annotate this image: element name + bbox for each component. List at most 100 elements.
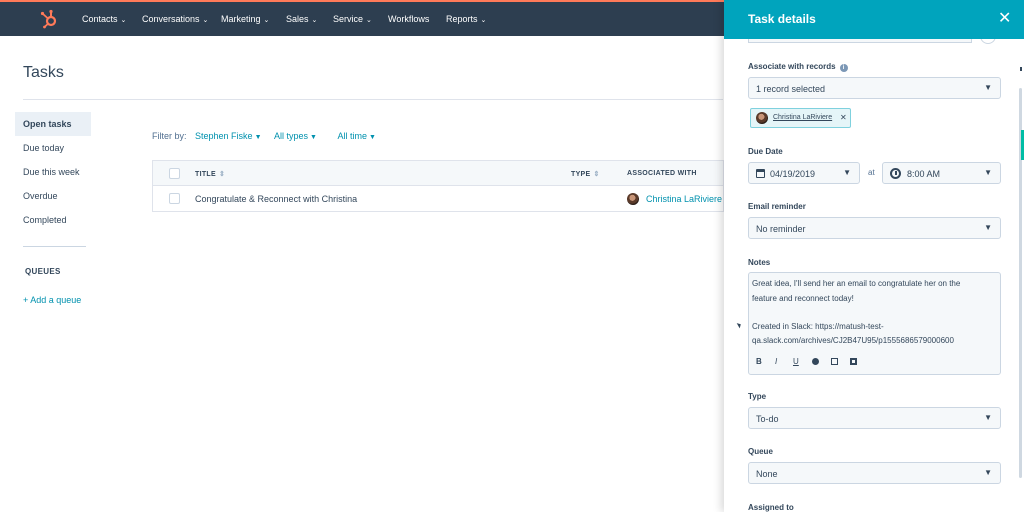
notes-line: Created in Slack: https://matush-test- bbox=[752, 322, 884, 331]
caret-down-icon: ▼ bbox=[984, 468, 992, 477]
nav-service[interactable]: Service ⌄ bbox=[333, 14, 372, 24]
page-title: Tasks bbox=[23, 64, 64, 81]
task-title-cell[interactable]: Congratulate & Reconnect with Christina bbox=[195, 194, 357, 204]
contact-avatar bbox=[756, 112, 768, 124]
tasks-table: TITLE ⇕ TYPE ⇕ ASSOCIATED WITH Congratulat… bbox=[152, 160, 724, 212]
caret-down-icon: ▼ bbox=[984, 223, 992, 232]
caret-down-icon: ▼ bbox=[369, 134, 376, 141]
info-icon[interactable]: i bbox=[839, 64, 848, 72]
clock-icon bbox=[890, 168, 901, 179]
caret-down-icon: ▼ bbox=[254, 134, 262, 141]
nav-contacts-label: Contacts bbox=[82, 14, 118, 24]
underline-button[interactable]: U bbox=[793, 357, 799, 366]
nav-reports[interactable]: Reports ⌄ bbox=[446, 14, 486, 24]
table-header: TITLE ⇕ TYPE ⇕ ASSOCIATED WITH bbox=[152, 160, 724, 186]
sidebar-item-completed[interactable]: Completed bbox=[15, 208, 91, 232]
table-row[interactable]: Congratulate & Reconnect with Christina … bbox=[152, 186, 724, 212]
bold-button[interactable]: B bbox=[756, 357, 762, 366]
time-filter-value: All time bbox=[337, 131, 368, 141]
task-views-sidebar: Open tasks Due today Due this week Overd… bbox=[15, 112, 91, 232]
sidebar-divider bbox=[23, 246, 86, 247]
sidebar-item-due-this-week[interactable]: Due this week bbox=[15, 160, 91, 184]
email-reminder-label: Email reminder bbox=[748, 202, 806, 211]
email-reminder-value: No reminder bbox=[756, 224, 806, 234]
caret-down-icon: ▼ bbox=[843, 168, 851, 177]
due-date-picker[interactable]: 04/19/2019 ▼ bbox=[748, 162, 860, 184]
close-icon[interactable]: ✕ bbox=[998, 8, 1011, 28]
chevron-down-icon: ⌄ bbox=[263, 17, 270, 24]
nav-marketing[interactable]: Marketing ⌄ bbox=[221, 14, 269, 24]
nav-conversations[interactable]: Conversations ⌄ bbox=[142, 14, 208, 24]
filter-bar: Filter by: Stephen Fiske ▼ All types ▼ All… bbox=[152, 131, 376, 141]
nav-contacts[interactable]: Contacts ⌄ bbox=[82, 14, 126, 24]
notes-line: feature and reconnect today! bbox=[752, 294, 854, 303]
type-filter-dropdown[interactable]: All types ▼ bbox=[274, 131, 317, 141]
type-select[interactable]: To-do ▼ bbox=[748, 407, 1001, 429]
insert-image-icon[interactable] bbox=[850, 358, 857, 365]
nav-conversations-label: Conversations bbox=[142, 14, 200, 24]
notes-editor[interactable]: Great idea, I'll send her an email to co… bbox=[748, 272, 1001, 375]
associate-records-select[interactable]: 1 record selected ▼ bbox=[748, 77, 1001, 99]
select-all-checkbox[interactable] bbox=[169, 168, 180, 179]
queue-value: None bbox=[756, 469, 778, 479]
sidebar-item-open-tasks[interactable]: Open tasks bbox=[15, 112, 91, 136]
chevron-down-icon: ⌄ bbox=[480, 17, 487, 24]
associate-label: Associate with records i bbox=[748, 62, 848, 72]
row-checkbox[interactable] bbox=[169, 193, 180, 204]
sort-icon: ⇕ bbox=[593, 171, 600, 178]
assigned-to-label: Assigned to bbox=[748, 503, 794, 512]
owner-filter-dropdown[interactable]: Stephen Fiske ▼ bbox=[195, 131, 261, 141]
associate-label-text: Associate with records bbox=[748, 62, 836, 71]
add-queue-link[interactable]: + Add a queue bbox=[23, 295, 81, 305]
title-divider bbox=[23, 99, 723, 100]
hubspot-logo-icon[interactable] bbox=[40, 9, 58, 29]
time-filter-dropdown[interactable]: All time ▼ bbox=[338, 131, 376, 141]
calendar-icon bbox=[756, 169, 765, 178]
sidebar-item-overdue[interactable]: Overdue bbox=[15, 184, 91, 208]
scroll-up-arrow-icon[interactable] bbox=[1020, 67, 1022, 71]
list-icon[interactable] bbox=[831, 358, 838, 365]
notes-label: Notes bbox=[748, 258, 771, 267]
remove-chip-icon[interactable]: ✕ bbox=[840, 113, 847, 122]
text-style-icon[interactable] bbox=[812, 358, 819, 365]
italic-button[interactable]: I bbox=[775, 357, 777, 366]
contact-avatar bbox=[627, 193, 639, 205]
column-type-label: TYPE bbox=[571, 171, 591, 178]
caret-down-icon: ▼ bbox=[984, 168, 992, 177]
queues-heading: QUEUES bbox=[25, 267, 61, 276]
caret-down-icon: ▼ bbox=[984, 83, 992, 92]
chevron-down-icon: ⌄ bbox=[202, 17, 209, 24]
nav-marketing-label: Marketing bbox=[221, 14, 261, 24]
sidebar-item-due-today[interactable]: Due today bbox=[15, 136, 91, 160]
panel-title: Task details bbox=[748, 12, 816, 26]
queue-label: Queue bbox=[748, 447, 773, 456]
task-details-panel: Task details ✕ Associate with records i 1… bbox=[724, 0, 1024, 512]
filter-label: Filter by: bbox=[152, 131, 187, 141]
caret-down-icon: ▼ bbox=[310, 134, 317, 141]
column-header-associated-with: ASSOCIATED WITH bbox=[627, 170, 697, 177]
nav-workflows[interactable]: Workflows bbox=[388, 14, 429, 24]
queue-select[interactable]: None ▼ bbox=[748, 462, 1001, 484]
column-title-label: TITLE bbox=[195, 171, 216, 178]
column-header-title[interactable]: TITLE ⇕ bbox=[195, 170, 225, 178]
chip-contact-link[interactable]: Christina LaRiviere bbox=[773, 114, 832, 121]
due-time-picker[interactable]: 8:00 AM ▼ bbox=[882, 162, 1001, 184]
nav-service-label: Service bbox=[333, 14, 364, 24]
type-value: To-do bbox=[756, 414, 779, 424]
nav-sales[interactable]: Sales ⌄ bbox=[286, 14, 317, 24]
associated-contact-link[interactable]: Christina LaRiviere bbox=[646, 194, 722, 204]
nav-sales-label: Sales bbox=[286, 14, 309, 24]
panel-header: Task details ✕ bbox=[724, 0, 1024, 39]
sort-icon: ⇕ bbox=[218, 171, 226, 178]
chevron-down-icon: ⌄ bbox=[311, 17, 318, 24]
associate-records-value: 1 record selected bbox=[756, 84, 826, 94]
due-date-value: 04/19/2019 bbox=[770, 169, 816, 179]
associated-record-chip: Christina LaRiviere ✕ bbox=[750, 108, 851, 128]
column-header-type[interactable]: TYPE ⇕ bbox=[571, 170, 600, 178]
owner-filter-value: Stephen Fiske bbox=[195, 131, 253, 141]
notes-line: Great idea, I'll send her an email to co… bbox=[752, 279, 961, 288]
type-label: Type bbox=[748, 392, 767, 401]
email-reminder-select[interactable]: No reminder ▼ bbox=[748, 217, 1001, 239]
at-label: at bbox=[868, 168, 875, 177]
type-filter-value: All types bbox=[274, 131, 309, 141]
